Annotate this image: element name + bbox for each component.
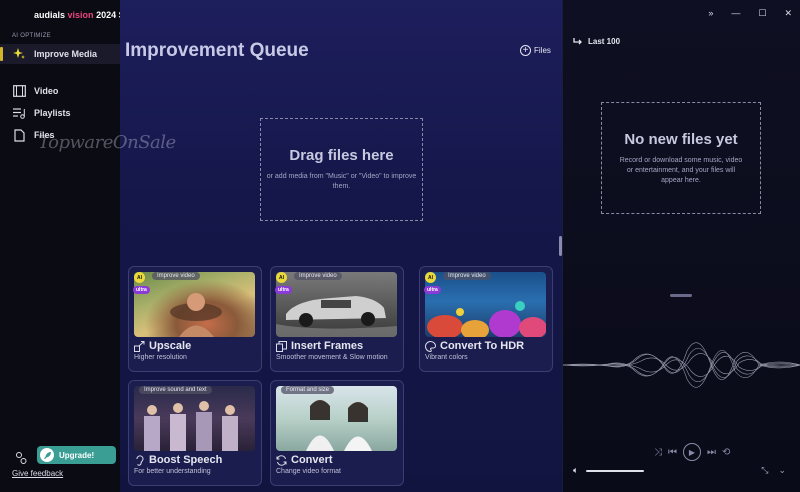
panel-footer-icons: ⤡ ⌄ (761, 465, 786, 476)
play-button[interactable]: ▶ (683, 443, 701, 461)
card-subtitle: Smoother movement & Slow motion (276, 354, 388, 361)
sidebar-item-playlists[interactable]: Playlists (0, 103, 120, 123)
playlist-icon (12, 106, 26, 120)
close-icon[interactable]: ✕ (784, 8, 792, 19)
upgrade-button[interactable]: Upgrade! (37, 446, 116, 464)
collapse-down-icon[interactable]: ⌄ (778, 465, 786, 476)
rocket-icon (40, 448, 54, 462)
sidebar-item-label: Video (34, 86, 59, 96)
card-thumbnail (134, 386, 255, 451)
ultra-badge: ultra (275, 286, 292, 294)
right-panel: » — ☐ ✕ Last 100 No new files yet Record… (562, 0, 800, 492)
sidebar-item-improve-media[interactable]: Improve Media (0, 44, 120, 64)
card-tag: Improve sound and text (139, 386, 212, 394)
shuffle-icon[interactable]: ⤨ (654, 447, 662, 458)
panel-resize-handle[interactable] (670, 294, 692, 297)
ultra-badge: ultra (133, 286, 150, 294)
expand-panel-icon[interactable]: » (708, 8, 713, 19)
card-subtitle: For better understanding (134, 468, 211, 475)
card-thumbnail (425, 272, 546, 337)
account-settings-icon[interactable] (14, 451, 28, 470)
card-thumbnail (276, 386, 397, 451)
upscale-icon (134, 340, 145, 352)
card-title-text: Upscale (149, 340, 192, 352)
add-files-button[interactable]: + Files (520, 45, 551, 56)
card-title: Boost Speech (134, 454, 222, 466)
maximize-icon[interactable]: ☐ (758, 8, 766, 19)
card-title: Insert Frames (276, 340, 363, 352)
sidebar-item-label: Improve Media (34, 49, 98, 59)
convert-icon (276, 454, 287, 466)
empty-state-box: No new files yet Record or download some… (601, 102, 761, 214)
card-tag: Format and size (281, 386, 335, 394)
card-subtitle: Change video format (276, 468, 341, 475)
volume-control: 🔈︎ (573, 465, 645, 476)
card-title-text: Convert To HDR (440, 340, 525, 352)
card-subtitle: Vibrant colors (425, 354, 468, 361)
watermark: TopwareOnSale (38, 132, 176, 153)
card-tag: Improve video (443, 272, 491, 280)
ai-badge: AI (134, 272, 145, 283)
give-feedback-link[interactable]: Give feedback (12, 469, 63, 478)
card-title: Convert To HDR (425, 340, 524, 352)
add-circle-icon: + (520, 45, 531, 56)
card-title: Upscale (134, 340, 191, 352)
upgrade-label: Upgrade! (59, 450, 95, 460)
frames-icon (276, 340, 287, 352)
previous-icon[interactable]: ⏮ (668, 447, 677, 458)
sparkle-icon (12, 47, 26, 61)
ultra-badge: ultra (424, 286, 441, 294)
card-title-text: Insert Frames (291, 340, 364, 352)
card-tag: Improve video (294, 272, 342, 280)
ai-badge: AI (276, 272, 287, 283)
next-icon[interactable]: ⏭ (707, 447, 716, 458)
card-title-text: Convert (291, 454, 333, 466)
palette-icon (425, 340, 436, 352)
brand-vision: vision (67, 10, 94, 20)
resize-icon[interactable]: ⤡ (761, 465, 768, 476)
file-icon (12, 128, 26, 142)
feature-card-boost-speech[interactable]: Improve sound and text Boost Speech For … (128, 380, 262, 486)
ai-badge: AI (425, 272, 436, 283)
speaker-icon[interactable]: 🔈︎ (573, 465, 578, 476)
sidebar-item-video[interactable]: Video (0, 81, 120, 101)
empty-state-subtitle: Record or download some music, video or … (619, 156, 743, 184)
last-100-header[interactable]: Last 100 (573, 37, 620, 46)
volume-slider[interactable] (586, 469, 645, 472)
card-subtitle: Higher resolution (134, 354, 187, 361)
main-panel: Improvement Queue + Files TopwareOnSale … (38, 0, 562, 492)
app-brand: audials vision 2024 SE (34, 10, 131, 20)
feature-card-upscale[interactable]: AI ultra Improve video Upscale Higher re… (128, 266, 262, 372)
files-button-label: Files (534, 46, 551, 55)
last-100-label: Last 100 (588, 37, 621, 46)
section-label-ai-optimize: AI OPTIMIZE (12, 33, 51, 39)
card-thumbnail (134, 272, 255, 337)
hearing-icon (134, 454, 145, 466)
brand-prefix: audials (34, 10, 66, 20)
audio-waveform (563, 342, 800, 388)
card-thumbnail (276, 272, 397, 337)
feature-card-convert[interactable]: Format and size Convert Change video for… (270, 380, 404, 486)
card-title-text: Boost Speech (149, 454, 223, 466)
drop-zone-title: Drag files here (289, 147, 394, 164)
empty-state-title: No new files yet (624, 130, 738, 148)
drop-zone[interactable]: Drag files here or add media from "Music… (260, 118, 423, 221)
return-arrow-icon (573, 37, 583, 46)
card-tag: Improve video (152, 272, 200, 280)
page-title: Improvement Queue (125, 40, 309, 61)
card-title: Convert (276, 454, 333, 466)
sidebar-item-label: Playlists (34, 108, 71, 118)
playback-controls: ⤨ ⏮ ▶ ⏭ ⟲ (654, 443, 730, 461)
feature-card-convert-hdr[interactable]: AI ultra Improve video Convert To HDR Vi… (419, 266, 553, 372)
film-icon (12, 84, 26, 98)
drop-zone-subtitle: or add media from "Music" or "Video" to … (266, 173, 417, 190)
feature-card-insert-frames[interactable]: AI ultra Improve video Insert Frames Smo… (270, 266, 404, 372)
sidebar: audials vision 2024 SE AI OPTIMIZE Impro… (0, 0, 131, 492)
window-controls: » — ☐ ✕ (708, 8, 792, 19)
repeat-icon[interactable]: ⟲ (722, 447, 730, 458)
minimize-icon[interactable]: — (731, 8, 740, 19)
